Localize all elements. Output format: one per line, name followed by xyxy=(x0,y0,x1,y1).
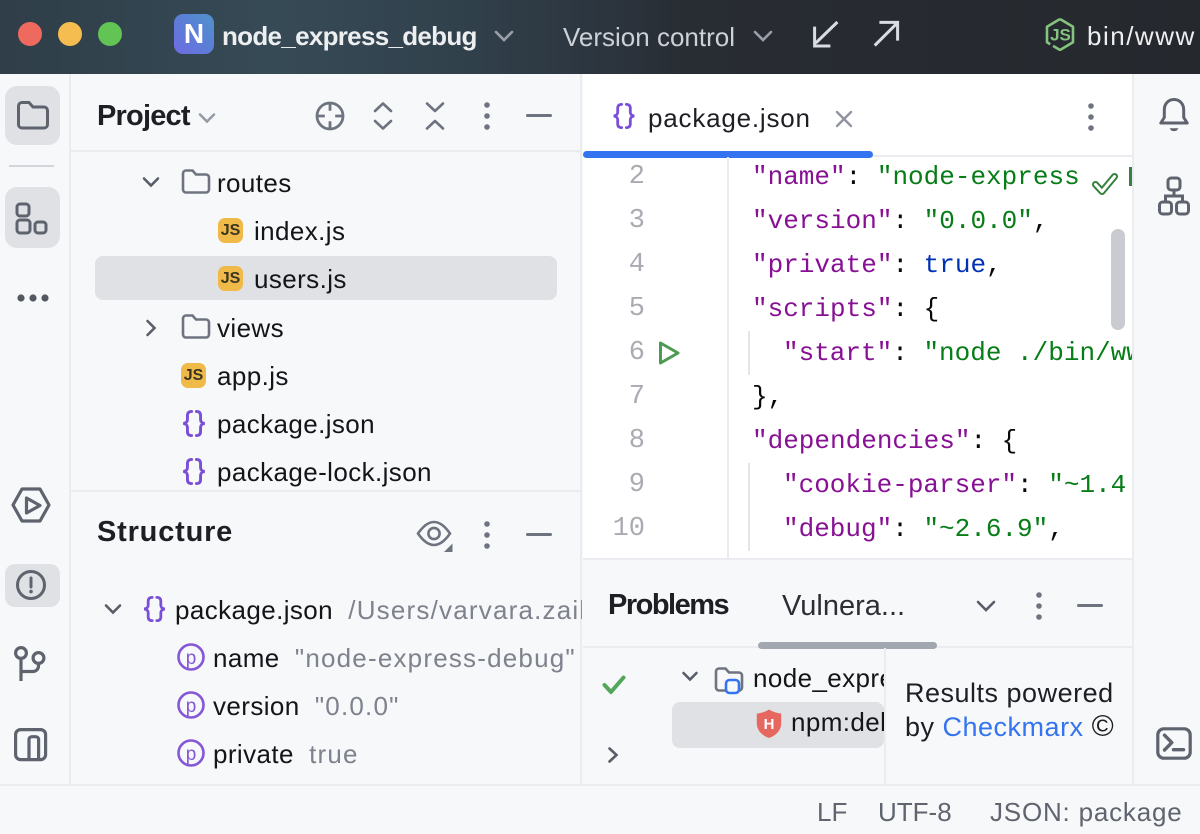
svg-text:JS: JS xyxy=(1050,26,1071,45)
svg-text:p: p xyxy=(186,648,197,669)
svg-text:H: H xyxy=(764,716,775,733)
svg-text:p: p xyxy=(186,744,197,765)
svg-text:p: p xyxy=(186,696,197,717)
